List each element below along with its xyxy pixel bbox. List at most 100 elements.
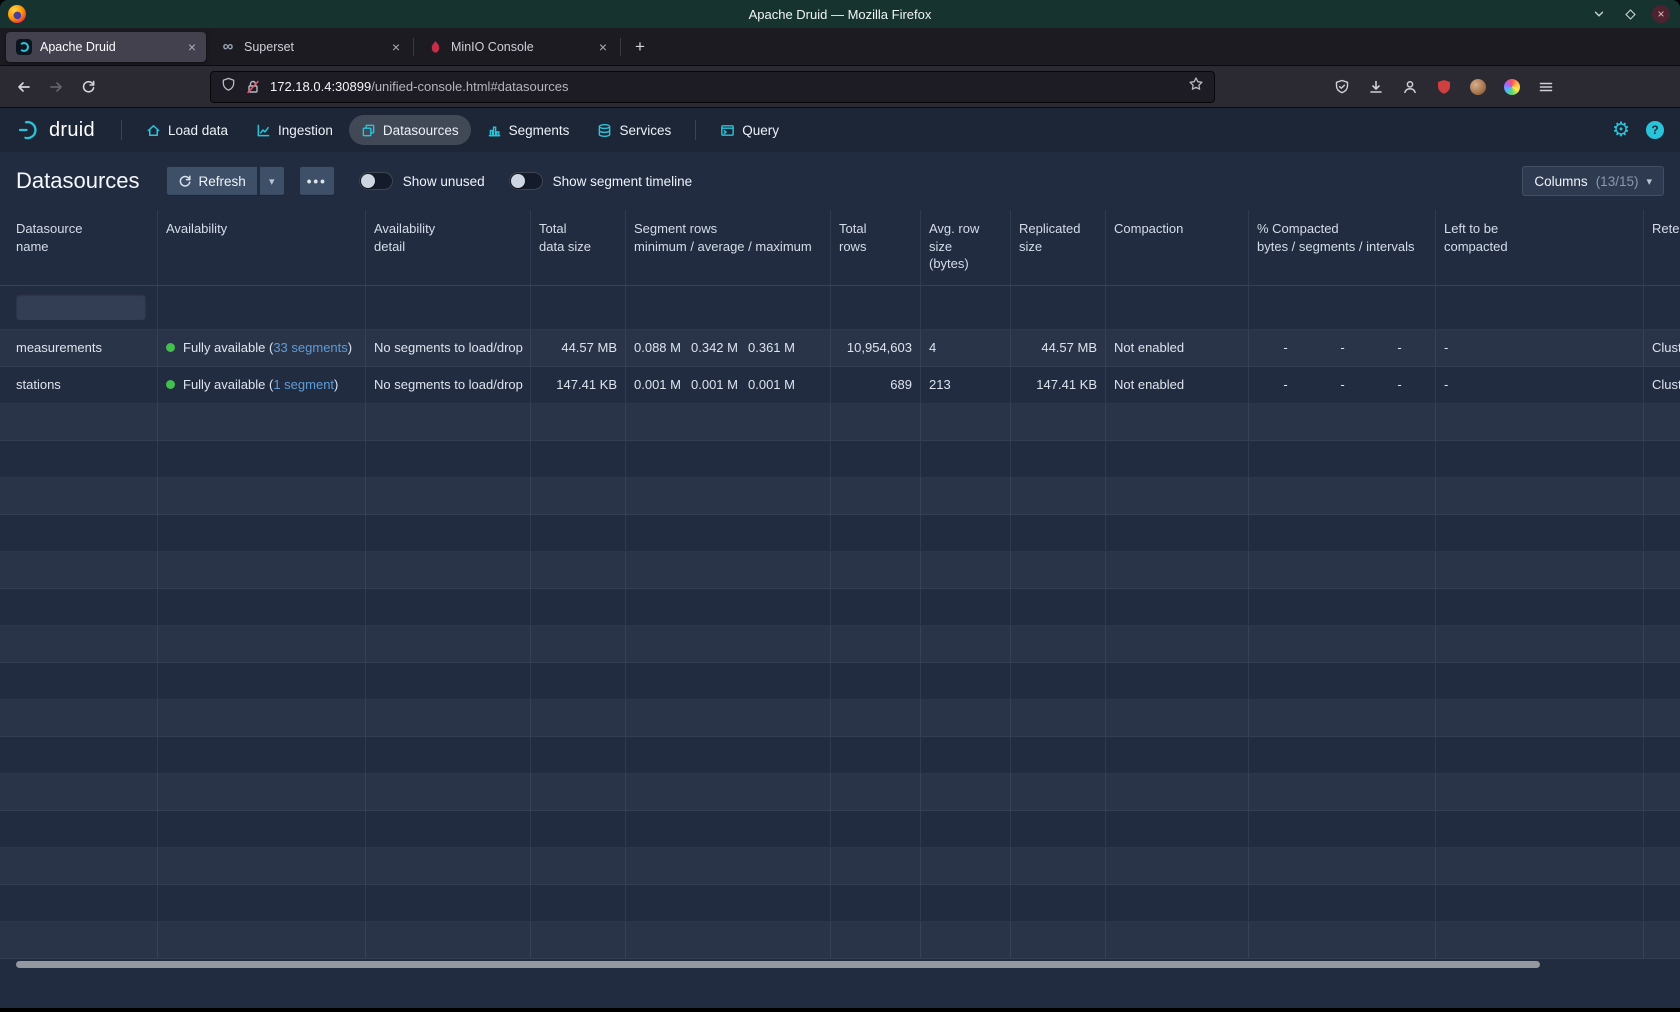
col-header-total-rows[interactable]: Total rows <box>830 210 920 285</box>
nav-item-ingestion[interactable]: Ingestion <box>244 115 345 145</box>
col-header-total-data-size[interactable]: Total data size <box>530 210 625 285</box>
show-segment-timeline-toggle[interactable] <box>509 172 543 190</box>
nav-item-label: Query <box>742 123 779 138</box>
druid-brand[interactable]: druid <box>16 119 95 142</box>
cell-compaction: Not enabled <box>1105 330 1248 366</box>
empty-row <box>0 774 1680 811</box>
cell-segment-rows: 0.001 M0.001 M0.001 M <box>625 367 830 403</box>
url-text[interactable]: 172.18.0.4:30899/unified-console.html#da… <box>270 79 1179 94</box>
druid-logo-icon <box>16 119 42 141</box>
reload-icon[interactable] <box>72 71 104 103</box>
cell-retention[interactable]: Cluster default <box>1643 367 1680 403</box>
cell-datasource-name[interactable]: stations <box>0 367 157 403</box>
table-header-row: Datasource name Availability Availabilit… <box>0 210 1680 286</box>
show-unused-toggle[interactable] <box>359 172 393 190</box>
columns-count: (13/15) <box>1596 174 1639 189</box>
col-header-avg-row-size[interactable]: Avg. row size (bytes) <box>920 210 1010 285</box>
url-bar[interactable]: 172.18.0.4:30899/unified-console.html#da… <box>210 71 1215 103</box>
tab-label: MinIO Console <box>451 40 534 54</box>
account-icon[interactable] <box>1396 73 1424 101</box>
empty-row <box>0 922 1680 959</box>
available-status-dot <box>166 380 175 389</box>
cell-segment-rows: 0.088 M0.342 M0.361 M <box>625 330 830 366</box>
empty-row <box>0 885 1680 922</box>
table-body: measurementsFully available (33 segments… <box>0 330 1680 959</box>
window-titlebar: Apache Druid — Mozilla Firefox × <box>0 0 1680 28</box>
tab-close-icon[interactable]: × <box>188 40 196 54</box>
bookmark-star-icon[interactable] <box>1188 76 1204 97</box>
col-header-datasource-name[interactable]: Datasource name <box>0 210 157 285</box>
extension-icon-pinwheel[interactable] <box>1498 73 1526 101</box>
tab-superset[interactable]: ∞ Superset × <box>210 32 410 62</box>
cell-pct-compacted: --- <box>1248 367 1435 403</box>
back-icon[interactable] <box>8 71 40 103</box>
help-icon[interactable]: ? <box>1646 121 1664 139</box>
col-header-availability[interactable]: Availability <box>157 210 365 285</box>
col-header-pct-compacted[interactable]: % Compacted bytes / segments / intervals <box>1248 210 1435 285</box>
cell-availability-detail: No segments to load/drop <box>365 330 530 366</box>
empty-row <box>0 626 1680 663</box>
cell-pct-compacted: --- <box>1248 330 1435 366</box>
columns-picker-button[interactable]: Columns (13/15) ▾ <box>1522 166 1664 196</box>
tab-close-icon[interactable]: × <box>599 40 607 54</box>
col-header-compaction[interactable]: Compaction <box>1105 210 1248 285</box>
datasource-row: measurementsFully available (33 segments… <box>0 330 1680 367</box>
cell-avg-row-size: 213 <box>920 367 1010 403</box>
nav-divider <box>121 120 122 140</box>
nav-item-datasources[interactable]: Datasources <box>349 115 471 145</box>
window-maximize-icon[interactable] <box>1621 5 1639 23</box>
segments-link[interactable]: 1 segment <box>273 377 334 392</box>
cell-datasource-name[interactable]: measurements <box>0 330 157 366</box>
empty-row <box>0 515 1680 552</box>
col-header-replicated-size[interactable]: Replicated size <box>1010 210 1105 285</box>
cell-availability-detail: No segments to load/drop <box>365 367 530 403</box>
nav-item-label: Segments <box>509 123 570 138</box>
empty-row <box>0 478 1680 515</box>
segments-link[interactable]: 33 segments <box>273 340 347 355</box>
nav-item-query[interactable]: Query <box>708 115 791 145</box>
window-close-icon[interactable]: × <box>1652 5 1670 23</box>
tracking-protection-shield-icon[interactable] <box>221 77 236 97</box>
refresh-button[interactable]: Refresh <box>166 166 258 196</box>
ublock-extension-icon[interactable] <box>1430 73 1458 101</box>
refresh-dropdown-caret[interactable]: ▾ <box>259 166 285 196</box>
tab-minio-console[interactable]: MinIO Console × <box>417 32 617 62</box>
col-header-segment-rows[interactable]: Segment rows minimum / average / maximum <box>625 210 830 285</box>
show-segment-timeline-label: Show segment timeline <box>553 174 693 189</box>
cell-retention[interactable]: Cluster default <box>1643 330 1680 366</box>
empty-row <box>0 441 1680 478</box>
tab-label: Superset <box>244 40 294 54</box>
datasource-name-filter-input[interactable] <box>16 294 146 320</box>
nav-item-services[interactable]: Services <box>585 115 683 145</box>
new-tab-button[interactable]: + <box>626 33 654 61</box>
druid-brand-text: druid <box>49 119 95 142</box>
cell-availability: Fully available (1 segment) <box>157 367 365 403</box>
nav-item-segments[interactable]: Segments <box>475 115 582 145</box>
col-header-left-to-compact[interactable]: Left to be compacted <box>1435 210 1643 285</box>
database-icon <box>597 123 612 138</box>
menu-icon[interactable] <box>1532 73 1560 101</box>
nav-item-label: Ingestion <box>278 123 333 138</box>
col-header-availability-detail[interactable]: Availability detail <box>365 210 530 285</box>
window-minimize-icon[interactable] <box>1590 5 1608 23</box>
horizontal-scrollbar[interactable] <box>16 961 1540 968</box>
downloads-icon[interactable] <box>1362 73 1390 101</box>
url-host: 172.18.0.4:30899 <box>270 79 371 94</box>
tab-apache-druid[interactable]: Apache Druid × <box>6 32 206 62</box>
extension-icon-brown[interactable] <box>1464 73 1492 101</box>
bar-chart-icon <box>487 123 502 138</box>
insecure-lock-icon[interactable] <box>245 79 261 95</box>
more-actions-button[interactable]: ••• <box>299 166 335 196</box>
tab-close-icon[interactable]: × <box>392 40 400 54</box>
forward-icon[interactable] <box>40 71 72 103</box>
tab-label: Apache Druid <box>40 40 116 54</box>
settings-gear-icon[interactable]: ⚙ <box>1612 120 1630 140</box>
cell-avg-row-size: 4 <box>920 330 1010 366</box>
empty-row <box>0 404 1680 441</box>
datasource-row: stationsFully available (1 segment)No se… <box>0 367 1680 404</box>
shield-check-icon[interactable] <box>1328 73 1356 101</box>
show-unused-label: Show unused <box>403 174 485 189</box>
nav-item-load-data[interactable]: Load data <box>134 115 240 145</box>
cell-total-rows: 10,954,603 <box>830 330 920 366</box>
col-header-retention[interactable]: Retention <box>1643 210 1680 285</box>
